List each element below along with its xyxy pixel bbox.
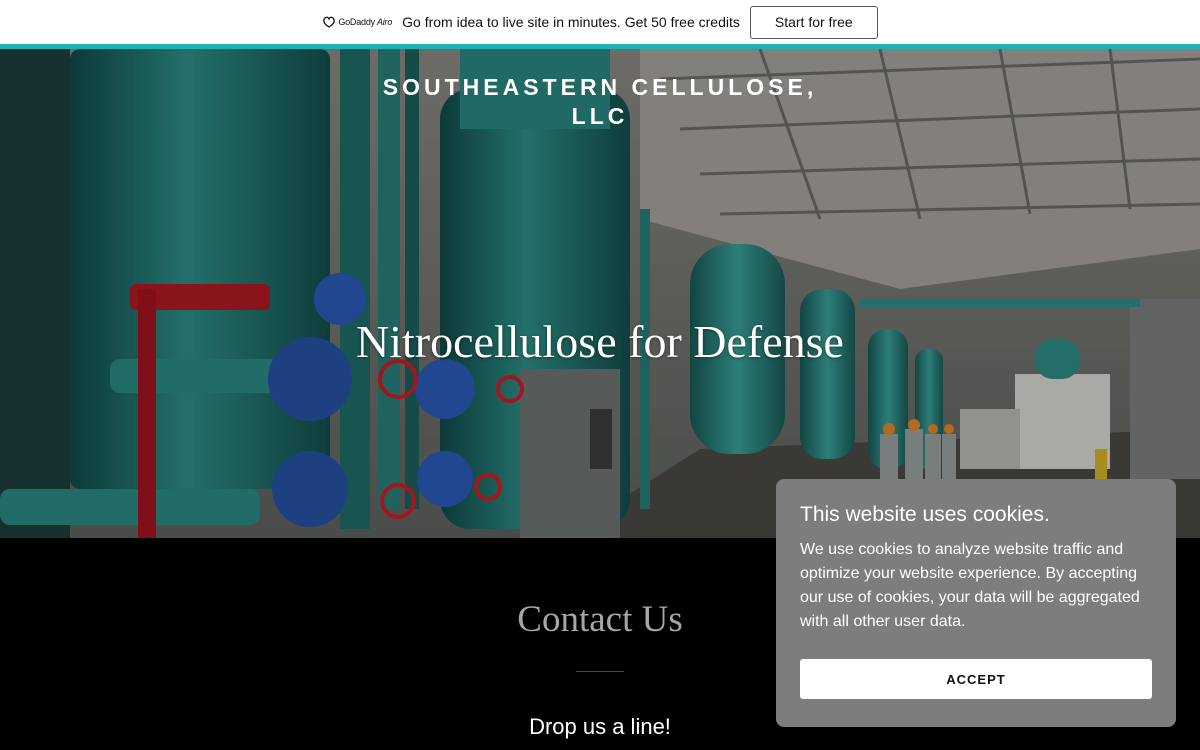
godaddy-logo[interactable]: GoDaddy Airo	[322, 16, 392, 28]
hero-section: SOUTHEASTERN CELLULOSE, LLC Nitrocellulo…	[0, 49, 1200, 538]
cookie-banner: This website uses cookies. We use cookie…	[776, 479, 1176, 727]
promo-bar: GoDaddy Airo Go from idea to live site i…	[0, 0, 1200, 44]
site-name[interactable]: SOUTHEASTERN CELLULOSE, LLC	[0, 73, 1200, 131]
hero-headline: Nitrocellulose for Defense	[356, 316, 844, 367]
accept-cookies-button[interactable]: ACCEPT	[800, 659, 1152, 699]
site-name-line-1: SOUTHEASTERN CELLULOSE,	[382, 74, 818, 100]
contact-divider	[576, 671, 624, 672]
cookie-banner-body: We use cookies to analyze website traffi…	[800, 541, 1140, 630]
godaddy-logo-text: GoDaddy	[338, 17, 375, 27]
airo-logo-text: Airo	[376, 17, 393, 27]
cookie-banner-title: This website uses cookies.	[800, 503, 1050, 526]
start-for-free-button[interactable]: Start for free	[749, 5, 878, 39]
godaddy-logo-icon	[323, 16, 336, 28]
promo-message: Go from idea to live site in minutes. Ge…	[402, 14, 740, 30]
site-name-line-2: LLC	[571, 103, 629, 129]
